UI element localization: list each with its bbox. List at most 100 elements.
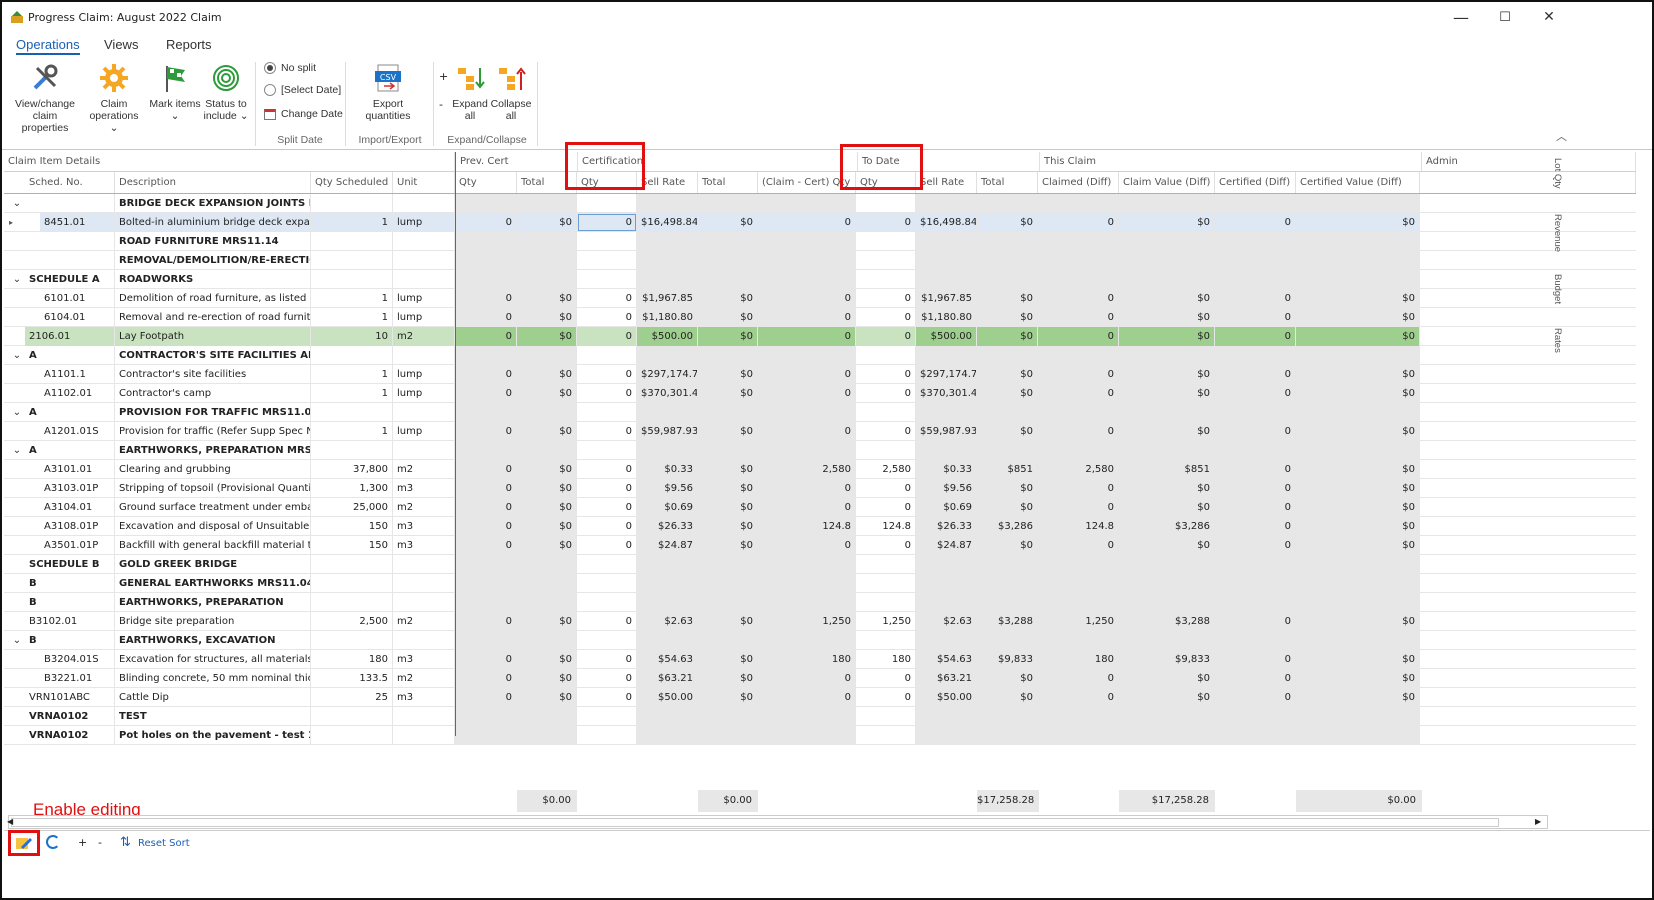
- cell-6[interactable]: 0: [577, 289, 637, 308]
- group-toggle-icon[interactable]: ⌄: [8, 194, 26, 213]
- table-row[interactable]: ⌄ A EARTHWORKS, PREPARATION MRS1...: [4, 441, 1636, 460]
- cell-10[interactable]: [856, 726, 916, 745]
- table-row[interactable]: A3101.01 Clearing and grubbing 37,800 m2 0 $0…: [4, 460, 1636, 479]
- table-row[interactable]: A1101.1 Contractor's site facilities 1 lump…: [4, 365, 1636, 384]
- side-tab-budget[interactable]: Budget: [1552, 274, 1563, 304]
- cell-6[interactable]: 0: [577, 669, 637, 688]
- cell-6[interactable]: [577, 346, 637, 365]
- cell-6[interactable]: [577, 232, 637, 251]
- cell-10[interactable]: 0: [856, 479, 916, 498]
- cell-10[interactable]: 0: [856, 536, 916, 555]
- cell-6[interactable]: 0: [577, 536, 637, 555]
- group-toggle-icon[interactable]: ⌄: [8, 270, 26, 289]
- table-row[interactable]: A3104.01 Ground surface treatment under e…: [4, 498, 1636, 517]
- table-row[interactable]: ⌄ACONTRACTOR'S SITE FACILITIES AND ...: [4, 346, 1636, 365]
- collapse-all-button[interactable]: Collapse all: [490, 62, 532, 122]
- cell-6[interactable]: 0: [577, 460, 637, 479]
- cell-10[interactable]: 0: [856, 213, 916, 232]
- expand-all-button[interactable]: Expand all: [450, 62, 490, 122]
- cell-6[interactable]: [577, 593, 637, 612]
- cell-10[interactable]: [856, 346, 916, 365]
- cell-6[interactable]: 0: [577, 612, 637, 631]
- table-row[interactable]: 6104.01 Removal and re-erection of road f…: [4, 308, 1636, 327]
- cell-6[interactable]: [577, 194, 637, 213]
- change-date-button[interactable]: Change Date: [264, 108, 343, 120]
- column-header-3[interactable]: Unit: [393, 172, 455, 193]
- table-row[interactable]: B3102.01 Bridge site preparation 2,500 m2 0 $…: [4, 612, 1636, 631]
- mark-items-button[interactable]: Mark items ⌄: [148, 62, 202, 122]
- cell-6[interactable]: [577, 555, 637, 574]
- cell-10[interactable]: [856, 593, 916, 612]
- column-header-13[interactable]: Claimed (Diff): [1038, 172, 1119, 193]
- cell-10[interactable]: 0: [856, 669, 916, 688]
- column-header-1[interactable]: Description: [115, 172, 311, 193]
- cell-10[interactable]: 0: [856, 498, 916, 517]
- column-header-0[interactable]: Sched. No.: [25, 172, 115, 193]
- expand-rows-button[interactable]: +: [78, 836, 87, 849]
- cell-6[interactable]: [577, 441, 637, 460]
- table-row[interactable]: A1201.01S Provision for traffic (Refer Su…: [4, 422, 1636, 441]
- cell-6[interactable]: [577, 631, 637, 650]
- enable-editing-button[interactable]: [8, 830, 40, 856]
- cell-6[interactable]: [577, 403, 637, 422]
- cell-10[interactable]: [856, 555, 916, 574]
- table-row[interactable]: VRNA0102 Pot holes on the pavement - test…: [4, 726, 1636, 745]
- view-change-claim-properties-button[interactable]: View/change claim properties: [8, 62, 82, 134]
- table-row[interactable]: ROAD FURNITURE MRS11.14: [4, 232, 1636, 251]
- cell-10[interactable]: [856, 403, 916, 422]
- column-header-12[interactable]: Total: [977, 172, 1038, 193]
- scroll-right-icon[interactable]: ▶: [1535, 816, 1541, 828]
- group-toggle-icon[interactable]: ⌄: [8, 403, 26, 422]
- tab-reports[interactable]: Reports: [166, 37, 212, 52]
- table-row[interactable]: SCHEDULE B GOLD GREEK BRIDGE: [4, 555, 1636, 574]
- cell-6[interactable]: [577, 251, 637, 270]
- scrollbar-thumb[interactable]: [11, 818, 1499, 827]
- collapse-minus[interactable]: -: [439, 98, 443, 111]
- cell-6[interactable]: 0: [577, 213, 637, 232]
- table-row[interactable]: ⌄ SCHEDULE A ROADWORKS: [4, 270, 1636, 289]
- cell-6[interactable]: 0: [577, 498, 637, 517]
- cell-10[interactable]: 0: [856, 422, 916, 441]
- cell-10[interactable]: [856, 270, 916, 289]
- column-header-14[interactable]: Claim Value (Diff): [1119, 172, 1215, 193]
- side-tab-revenue[interactable]: Revenue: [1552, 214, 1563, 252]
- table-row[interactable]: VRN101ABC Cattle Dip 25 m3 0 $0 0 $50.00 $0 0 0 $50…: [4, 688, 1636, 707]
- table-row[interactable]: ⌄ B EARTHWORKS, EXCAVATION: [4, 631, 1636, 650]
- cell-6[interactable]: 0: [577, 650, 637, 669]
- cell-6[interactable]: 0: [577, 479, 637, 498]
- column-header-2[interactable]: Qty Scheduled: [311, 172, 393, 193]
- ribbon-collapse-chevron-icon[interactable]: ︿: [1556, 128, 1567, 144]
- export-quantities-button[interactable]: CSV Export quantities: [356, 62, 420, 122]
- table-row[interactable]: B EARTHWORKS, PREPARATION: [4, 593, 1636, 612]
- cell-6[interactable]: 0: [577, 422, 637, 441]
- table-row[interactable]: B3204.01S Excavation for structures, all …: [4, 650, 1636, 669]
- column-header-11[interactable]: Sell Rate: [916, 172, 977, 193]
- table-row[interactable]: ▸ 8451.01 Bolted-in aluminium bridge deck …: [4, 213, 1636, 232]
- reset-sort-button[interactable]: Reset Sort: [138, 838, 190, 849]
- cell-10[interactable]: 2,580: [856, 460, 916, 479]
- side-tab-rates[interactable]: Rates: [1552, 328, 1563, 353]
- cell-10[interactable]: 0: [856, 289, 916, 308]
- cell-10[interactable]: 0: [856, 308, 916, 327]
- column-header-16[interactable]: Certified Value (Diff): [1296, 172, 1420, 193]
- column-header-4[interactable]: Qty: [455, 172, 517, 193]
- table-row[interactable]: ⌄ BRIDGE DECK EXPANSION JOINTS MR...: [4, 194, 1636, 213]
- group-toggle-icon[interactable]: ⌄: [8, 631, 26, 650]
- column-header-15[interactable]: Certified (Diff): [1215, 172, 1296, 193]
- side-tab-lot-qty[interactable]: Lot Qty: [1552, 158, 1563, 189]
- table-row[interactable]: A3501.01P Backfill with general backfill …: [4, 536, 1636, 555]
- table-row[interactable]: A3108.01P Excavation and disposal of Unsu…: [4, 517, 1636, 536]
- cell-10[interactable]: 0: [856, 365, 916, 384]
- scroll-left-icon[interactable]: ◀: [7, 816, 13, 828]
- close-button[interactable]: ✕: [1527, 5, 1571, 29]
- collapse-rows-button[interactable]: -: [98, 836, 102, 849]
- table-row[interactable]: A3103.01P Stripping of topsoil (Provision…: [4, 479, 1636, 498]
- cell-10[interactable]: 124.8: [856, 517, 916, 536]
- cell-10[interactable]: 0: [856, 384, 916, 403]
- expand-plus[interactable]: +: [439, 70, 448, 83]
- cell-10[interactable]: [856, 574, 916, 593]
- cell-10[interactable]: [856, 441, 916, 460]
- table-row[interactable]: REMOVAL/DEMOLITION/RE-ERECTION...: [4, 251, 1636, 270]
- minimize-button[interactable]: —: [1439, 5, 1483, 29]
- cell-10[interactable]: 0: [856, 327, 916, 346]
